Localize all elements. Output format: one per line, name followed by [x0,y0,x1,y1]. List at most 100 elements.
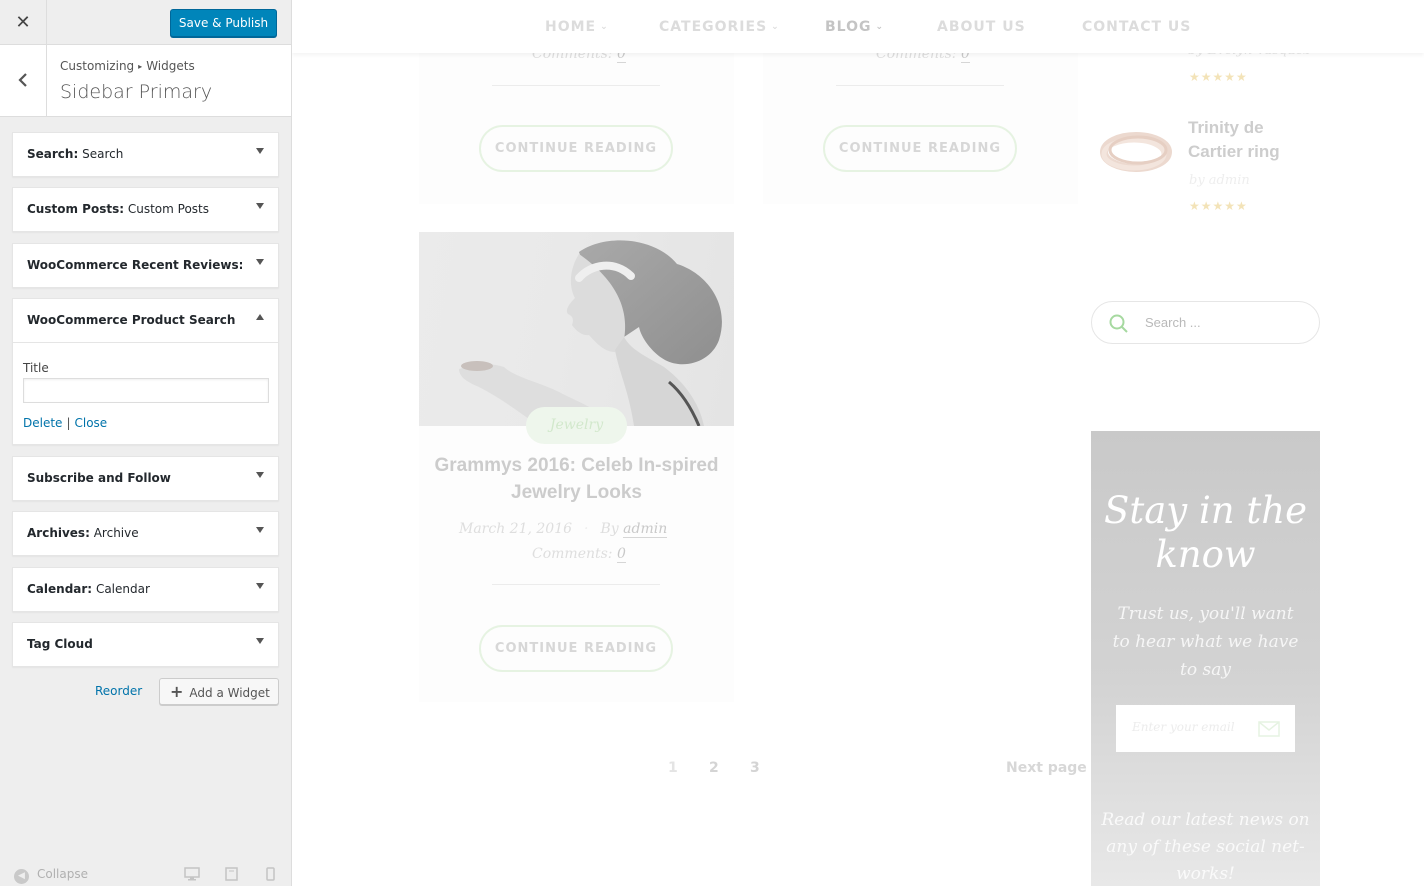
widget-title: Calendar: Calendar [27,582,242,596]
email-placeholder: Enter your email [1132,720,1235,734]
site-preview: HOME ⌄ CATEGORIES ⌄ BLOG ⌄ ABOUT US CONTACT… [292,0,1424,886]
divider [836,85,1004,86]
continue-reading-button[interactable]: CONTINUE READING [479,625,673,672]
widget-archives[interactable]: Archives: Archive [12,511,279,556]
search-field[interactable]: Search ... [1091,301,1320,344]
page-2-link[interactable]: 2 [709,760,719,776]
continue-reading-button[interactable]: CONTINUE READING [479,125,673,172]
customizer-footer: ◀ Collapse [0,862,291,886]
widget-header[interactable]: WooCommerce Recent Reviews: ... [13,244,278,287]
rating-stars: ★★★★★ [1189,199,1248,213]
dropdown-arrow-icon[interactable] [256,259,264,265]
widget-type: WooCommerce Product Search [27,313,236,327]
widget-woocommerce-recent-reviews[interactable]: WooCommerce Recent Reviews: ... [12,243,279,288]
reorder-link[interactable]: Reorder [95,684,142,698]
nav-categories[interactable]: CATEGORIES ⌄ [659,19,780,35]
widget-woocommerce-product-search[interactable]: WooCommerce Product Search Title Delete |… [12,298,279,445]
main-navigation: HOME ⌄ CATEGORIES ⌄ BLOG ⌄ ABOUT US CONTACT… [292,0,1424,53]
dropdown-arrow-icon[interactable] [256,148,264,154]
title-input[interactable] [23,378,269,403]
widget-title: Archives: Archive [27,526,242,540]
email-input[interactable]: Enter your email [1116,705,1295,752]
continue-reading-button[interactable]: CONTINUE READING [823,125,1017,172]
tablet-icon[interactable] [225,867,238,881]
widget-title: Custom Posts: Custom Posts [27,202,242,216]
collapse-button[interactable]: ◀ Collapse [14,867,88,884]
envelope-icon[interactable] [1258,721,1280,741]
widget-header[interactable]: Calendar: Calendar [13,568,278,611]
widget-header[interactable]: Custom Posts: Custom Posts [13,188,278,231]
page-3-link[interactable]: 3 [750,760,760,776]
widget-type: WooCommerce Recent Reviews: ... [27,258,242,272]
widget-name: Archive [93,526,139,540]
desktop-icon[interactable] [184,867,200,881]
widget-search[interactable]: Search: Search [12,132,279,177]
section-header: Customizing ▸ Widgets Sidebar Primary [0,45,291,117]
nav-about-us[interactable]: ABOUT US [937,19,1026,35]
widget-tag-cloud[interactable]: Tag Cloud [12,622,279,667]
widget-type: Search: [27,147,79,161]
divider [492,584,660,585]
next-page-link[interactable]: Next page [1006,760,1087,776]
subscribe-subtitle: Trust us, you'll want to hear what we ha… [1112,604,1299,680]
customizer-panel: ✕ Save & Publish Customizing ▸ Widgets Sid… [0,0,292,886]
widget-title: Tag Cloud [27,637,242,651]
widget-header[interactable]: Tag Cloud [13,623,278,666]
collapse-arrow-icon[interactable] [256,314,264,320]
product-author: by admin [1189,173,1250,188]
widget-header[interactable]: Subscribe and Follow [13,457,278,500]
widget-name: Calendar [95,582,150,596]
comments-count[interactable]: 0 [616,546,626,563]
post-image[interactable] [419,232,734,426]
nav-label: CATEGORIES [659,19,768,35]
dropdown-arrow-icon[interactable] [256,472,264,478]
dropdown-arrow-icon[interactable] [256,583,264,589]
widget-header[interactable]: WooCommerce Product Search [13,299,278,342]
breadcrumb-root: Customizing [60,59,135,73]
title-label: Title [23,361,49,375]
post-author[interactable]: admin [623,521,668,538]
add-widget-button[interactable]: + Add a Widget [159,678,279,705]
dropdown-arrow-icon[interactable] [256,638,264,644]
widget-type: Calendar: [27,582,93,596]
close-link[interactable]: Close [74,416,107,430]
widget-title: WooCommerce Recent Reviews: ... [27,258,242,272]
category-tag[interactable]: Jewelry [526,407,627,444]
chevron-left-icon[interactable] [0,45,47,116]
nav-blog[interactable]: BLOG ⌄ [825,19,884,35]
nav-contact-us[interactable]: CONTACT US [1082,19,1191,35]
save-publish-button[interactable]: Save & Publish [170,9,277,37]
subscribe-title: Stay in the know [1104,489,1307,576]
subscribe-widget: Stay in the know Trust us, you'll want t… [1091,431,1320,886]
nav-home[interactable]: HOME ⌄ [545,19,609,35]
widget-calendar[interactable]: Calendar: Calendar [12,567,279,612]
nav-label: BLOG [825,19,872,35]
page-1-link[interactable]: 1 [668,760,678,776]
ring-image[interactable] [1100,126,1172,178]
dropdown-arrow-icon[interactable] [256,203,264,209]
chevron-down-icon: ⌄ [875,22,885,32]
widget-type: Subscribe and Follow [27,471,171,485]
widget-name: Custom Posts [127,202,209,216]
breadcrumb-separator-icon: ▸ [138,62,143,71]
breadcrumb-child: Widgets [146,59,195,73]
divider [492,85,660,86]
widget-custom-posts[interactable]: Custom Posts: Custom Posts [12,187,279,232]
widget-actions: Delete | Close [23,416,107,430]
dropdown-arrow-icon[interactable] [256,527,264,533]
widget-name: Search [82,147,124,161]
separator: | [66,416,71,430]
search-placeholder: Search ... [1145,315,1201,330]
collapse-label: Collapse [37,867,88,881]
widget-subscribe-and-follow[interactable]: Subscribe and Follow [12,456,279,501]
widget-header[interactable]: Archives: Archive [13,512,278,555]
product-name[interactable]: Trinity de Cartier ring [1188,116,1318,164]
widget-form: Title Delete | Close [13,342,278,444]
widget-header[interactable]: Search: Search [13,133,278,176]
close-icon[interactable]: ✕ [0,0,47,45]
ring-product-image [1100,132,1172,172]
mobile-icon[interactable] [266,867,275,881]
post-title[interactable]: Grammys 2016: Celeb In-spired Jewelry Lo… [424,452,729,506]
delete-link[interactable]: Delete [23,416,62,430]
widget-type: Tag Cloud [27,637,93,651]
